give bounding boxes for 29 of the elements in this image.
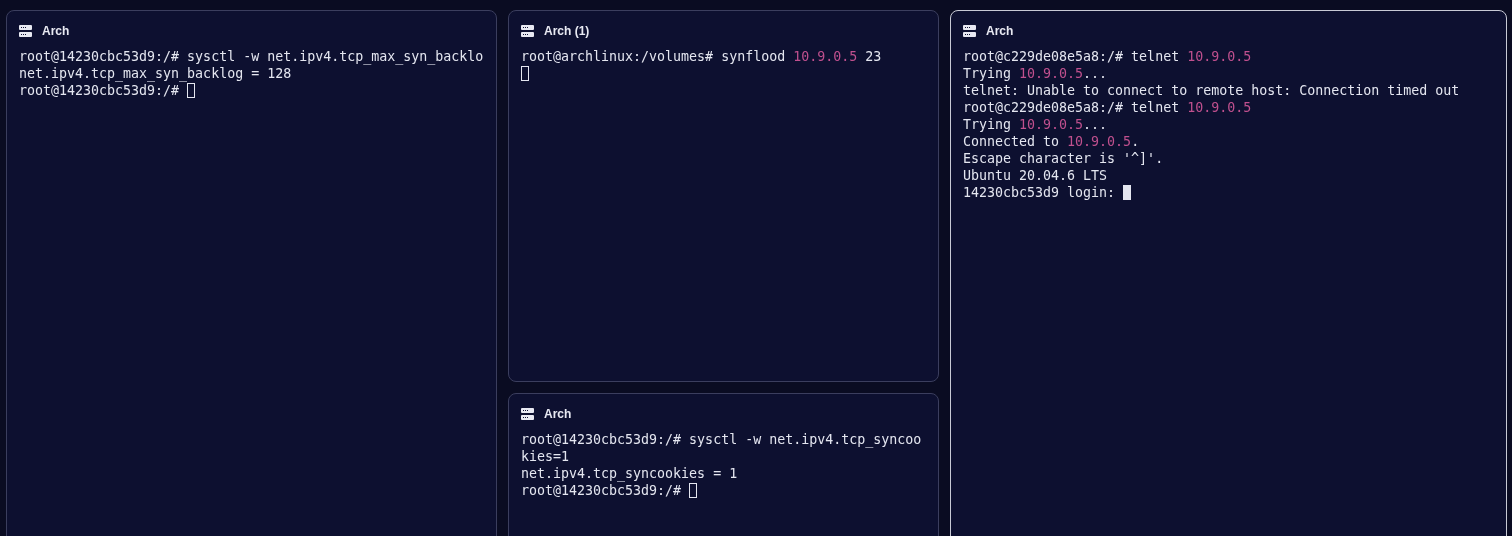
terminal-line: Trying 10.9.0.5... bbox=[963, 65, 1109, 82]
terminal-line: root@14230cbc53d9:/# bbox=[521, 483, 683, 498]
pane-title: Arch bbox=[544, 406, 572, 421]
terminal-line: root@14230cbc53d9:/# sysctl -w net.ipv4.tcp_max_syn_backlo bbox=[19, 48, 484, 65]
terminal-line: net.ipv4.tcp_syncookies = 1 bbox=[521, 465, 739, 482]
terminal-pane[interactable]: Arch root@14230cbc53d9:/# sysctl -w net.ipv4.tcp_syncoo kies=1 net.ipv4.tcp_syncookies = 1 root@14230cbc53d9:/# bbox=[508, 393, 939, 536]
server-icon bbox=[521, 407, 534, 420]
terminal-pane[interactable] bbox=[950, 10, 1507, 536]
terminal-line: root@c229de08e5a8:/# telnet 10.9.0.5 bbox=[963, 99, 1253, 116]
terminal-line: kies=1 bbox=[521, 448, 571, 465]
terminal-line: telnet: Unable to connect to remote host: Connection timed out bbox=[963, 82, 1461, 99]
terminal-line: root@14230cbc53d9:/# sysctl -w net.ipv4.tcp_syncoo bbox=[521, 431, 923, 448]
terminal-line: root@c229de08e5a8:/# telnet 10.9.0.5 bbox=[963, 48, 1253, 65]
terminal-line: 14230cbc53d9 login: bbox=[963, 185, 1117, 200]
pane-title: Arch bbox=[986, 23, 1014, 38]
terminal-line: Trying 10.9.0.5... bbox=[963, 116, 1109, 133]
terminal-line: root@14230cbc53d9:/# bbox=[19, 83, 181, 98]
terminal-line: Escape character is '^]'. bbox=[963, 150, 1165, 167]
terminal-line: Connected to 10.9.0.5. bbox=[963, 133, 1141, 150]
server-icon bbox=[19, 24, 32, 37]
terminal-line: net.ipv4.tcp_max_syn_backlog = 128 bbox=[19, 65, 293, 82]
pane-title: Arch bbox=[42, 23, 70, 38]
terminal-pane[interactable]: Arch (1) root@archlinux:/volumes# synflood 10.9.0.5 23 bbox=[508, 10, 939, 382]
server-icon bbox=[963, 24, 976, 37]
terminal-line: root@archlinux:/volumes# synflood 10.9.0.5 23 bbox=[521, 48, 883, 65]
terminal-pane[interactable]: Arch root@14230cbc53d9:/# sysctl -w net.ipv4.tcp_max_syn_backlo net.ipv4.tcp_max_syn_backlog = 128 root@14230cbc53d9:/# bbox=[6, 10, 497, 536]
terminal-line: Ubuntu 20.04.6 LTS bbox=[963, 167, 1109, 184]
pane-title: Arch (1) bbox=[544, 23, 590, 38]
server-icon bbox=[521, 24, 534, 37]
